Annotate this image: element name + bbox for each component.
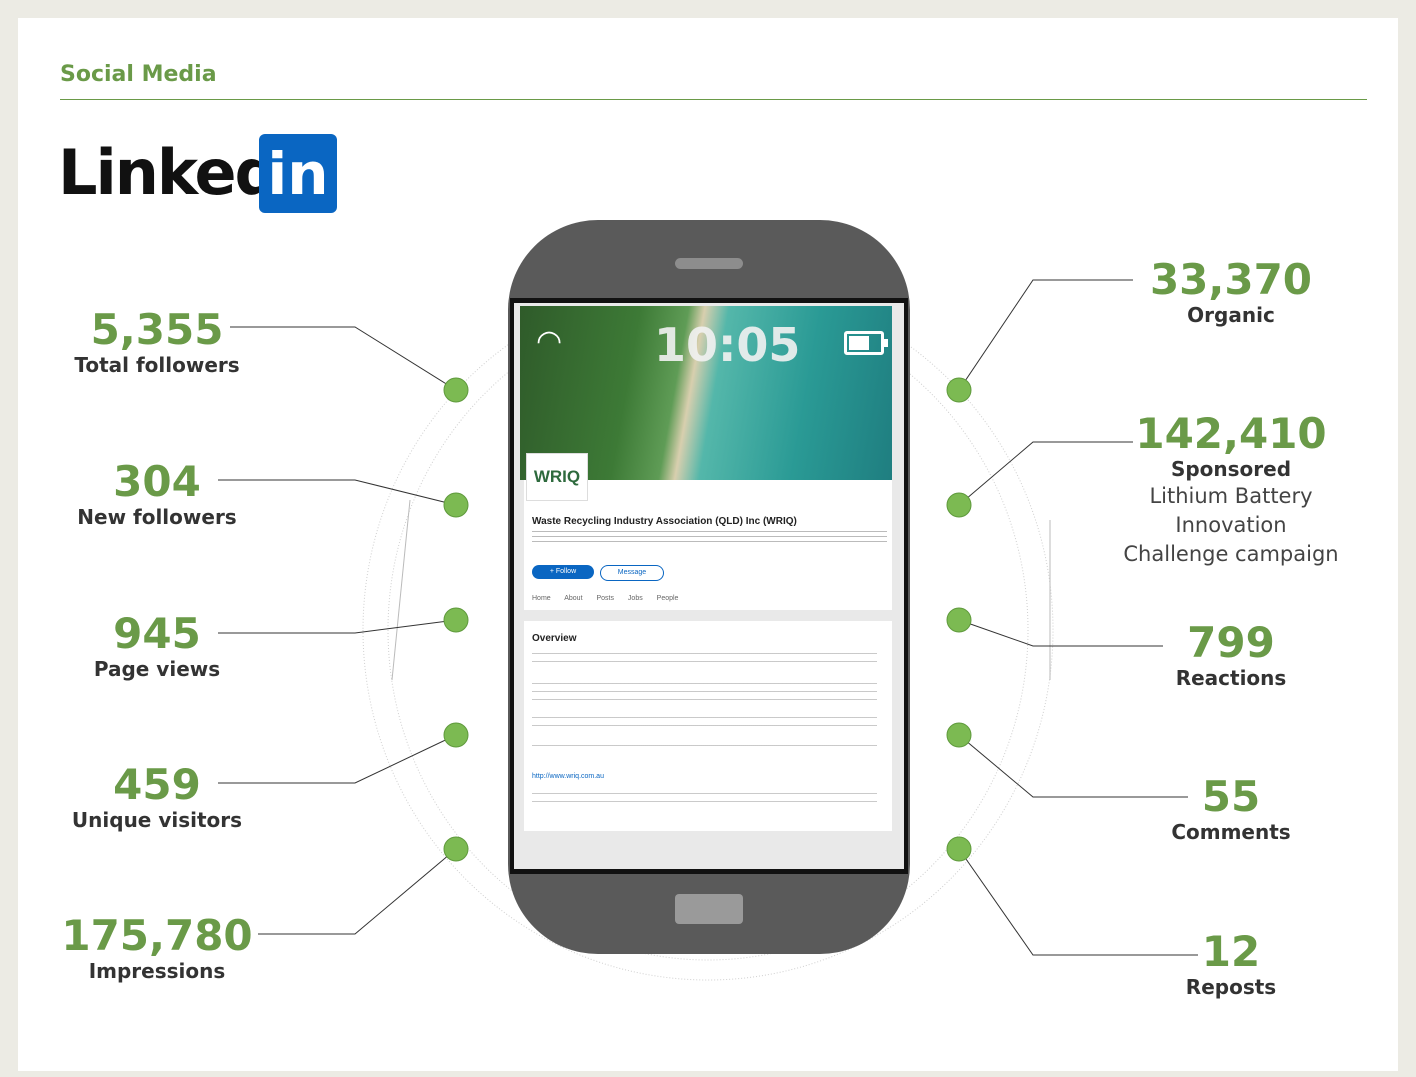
marker-dot bbox=[946, 607, 972, 633]
stat-value: 459 bbox=[113, 760, 201, 809]
battery-icon bbox=[844, 331, 888, 355]
overview-text bbox=[532, 653, 877, 669]
stat-organic: 33,370 Organic bbox=[1091, 258, 1371, 328]
marker-dot bbox=[443, 722, 469, 748]
stat-sub: Lithium Battery Innovation bbox=[1149, 484, 1313, 537]
overview-text bbox=[532, 717, 877, 733]
stat-label: Total followers bbox=[74, 353, 240, 377]
website-link: http://www.wriq.com.au bbox=[532, 773, 604, 780]
phone-speaker bbox=[675, 258, 743, 269]
stat-value: 304 bbox=[113, 457, 201, 506]
stat-label: Reactions bbox=[1175, 666, 1287, 690]
stat-value: 799 bbox=[1187, 618, 1275, 667]
stat-impressions: 175,780 Impressions bbox=[57, 914, 257, 984]
stat-value: 945 bbox=[113, 609, 201, 658]
orbit-arc bbox=[391, 499, 411, 681]
stat-value: 5,355 bbox=[90, 305, 224, 354]
stat-reposts: 12 Reposts bbox=[1091, 930, 1371, 1000]
stat-total-followers: 5,355 Total followers bbox=[57, 308, 257, 378]
follow-button: + Follow bbox=[532, 565, 594, 579]
wifi-icon: ◠ bbox=[536, 325, 563, 358]
overview-text bbox=[532, 683, 877, 707]
org-name: Waste Recycling Industry Association (QL… bbox=[532, 516, 797, 527]
stat-unique-visitors: 459 Unique visitors bbox=[57, 763, 257, 833]
marker-dot bbox=[946, 836, 972, 862]
marker-dot bbox=[946, 492, 972, 518]
overview-title: Overview bbox=[532, 633, 577, 644]
stat-label: Comments bbox=[1171, 820, 1291, 844]
org-description bbox=[532, 531, 887, 545]
stat-sponsored: 142,410 Sponsored Lithium Battery Innova… bbox=[1091, 412, 1371, 569]
marker-dot bbox=[443, 377, 469, 403]
linkedin-page-screenshot: ◠ 10:05 WRIQ Waste Recycling Industry As… bbox=[514, 303, 904, 869]
message-button: Message bbox=[600, 565, 664, 581]
stat-label: Organic bbox=[1187, 303, 1275, 327]
marker-dot bbox=[946, 722, 972, 748]
stat-value: 12 bbox=[1201, 927, 1261, 976]
marker-dot bbox=[443, 607, 469, 633]
stat-value: 142,410 bbox=[1135, 409, 1327, 458]
marker-dot bbox=[946, 377, 972, 403]
stat-sub: Challenge campaign bbox=[1123, 542, 1339, 566]
marker-dot bbox=[443, 836, 469, 862]
marker-dot bbox=[443, 492, 469, 518]
stat-reactions: 799 Reactions bbox=[1091, 621, 1371, 691]
org-logo: WRIQ bbox=[526, 453, 588, 501]
leader-line bbox=[258, 848, 457, 935]
phone-home-button bbox=[675, 894, 743, 924]
stat-page-views: 945 Page views bbox=[57, 612, 257, 682]
leader-line bbox=[230, 326, 457, 391]
stat-new-followers: 304 New followers bbox=[57, 460, 257, 530]
stat-label: Reposts bbox=[1185, 975, 1277, 999]
overview-text bbox=[532, 793, 877, 809]
stat-comments: 55 Comments bbox=[1091, 775, 1371, 845]
stat-value: 175,780 bbox=[61, 911, 253, 960]
page-tabs: Home About Posts Jobs People bbox=[532, 595, 679, 602]
stat-label: Impressions bbox=[88, 959, 226, 983]
overview-text bbox=[532, 745, 877, 753]
stat-label: Unique visitors bbox=[71, 808, 243, 832]
stat-value: 55 bbox=[1201, 772, 1261, 821]
stat-label: Page views bbox=[93, 657, 221, 681]
stat-label: Sponsored bbox=[1170, 457, 1292, 481]
stat-label: New followers bbox=[77, 505, 237, 529]
phone-time: 10:05 bbox=[654, 318, 801, 372]
stat-value: 33,370 bbox=[1149, 255, 1313, 304]
